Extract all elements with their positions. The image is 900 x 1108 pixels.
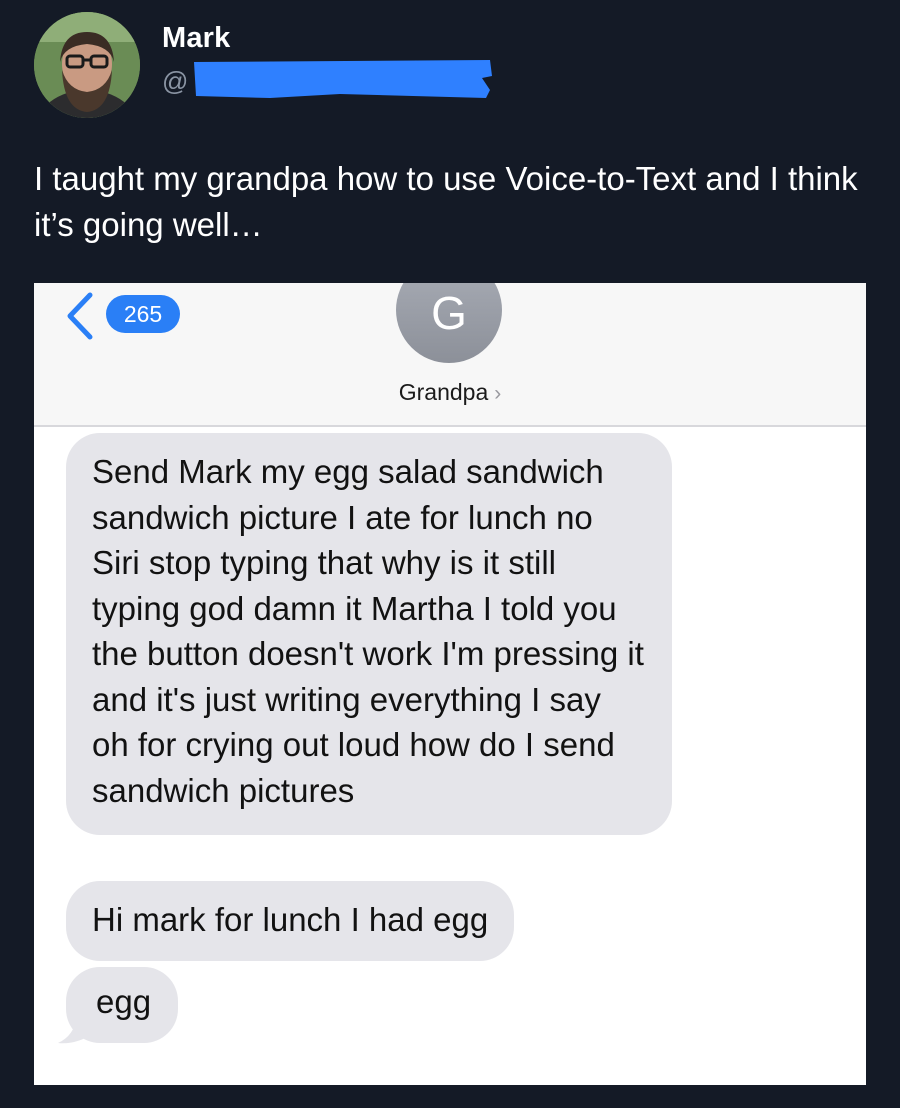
imessage-screenshot: 265 G Grandpa › Send Mark my egg salad sa… bbox=[34, 283, 866, 1085]
message-bubble[interactable]: egg bbox=[66, 967, 178, 1043]
chevron-right-icon: › bbox=[494, 382, 502, 405]
tweet-card: Mark @ I taught my grandpa how to use Vo… bbox=[0, 0, 900, 1108]
unread-count-badge[interactable]: 265 bbox=[106, 295, 180, 333]
contact-avatar[interactable]: G bbox=[396, 283, 502, 363]
tweet-text: I taught my grandpa how to use Voice-to-… bbox=[34, 160, 858, 243]
profile-avatar[interactable] bbox=[34, 12, 140, 118]
message-bubble[interactable]: Hi mark for lunch I had egg bbox=[66, 881, 515, 961]
handle-redaction bbox=[194, 60, 492, 98]
profile-photo-icon bbox=[34, 12, 140, 118]
contact-name: Grandpa bbox=[398, 379, 489, 405]
display-name[interactable]: Mark bbox=[162, 22, 231, 55]
chevron-left-icon[interactable] bbox=[64, 291, 96, 341]
contact-name-button[interactable]: Grandpa › bbox=[34, 379, 866, 406]
message-bubble[interactable]: Send Mark my egg salad sandwich sandwich… bbox=[66, 433, 672, 835]
conversation-header: 265 G Grandpa › bbox=[34, 283, 866, 427]
handle-prefix[interactable]: @ bbox=[162, 66, 188, 97]
